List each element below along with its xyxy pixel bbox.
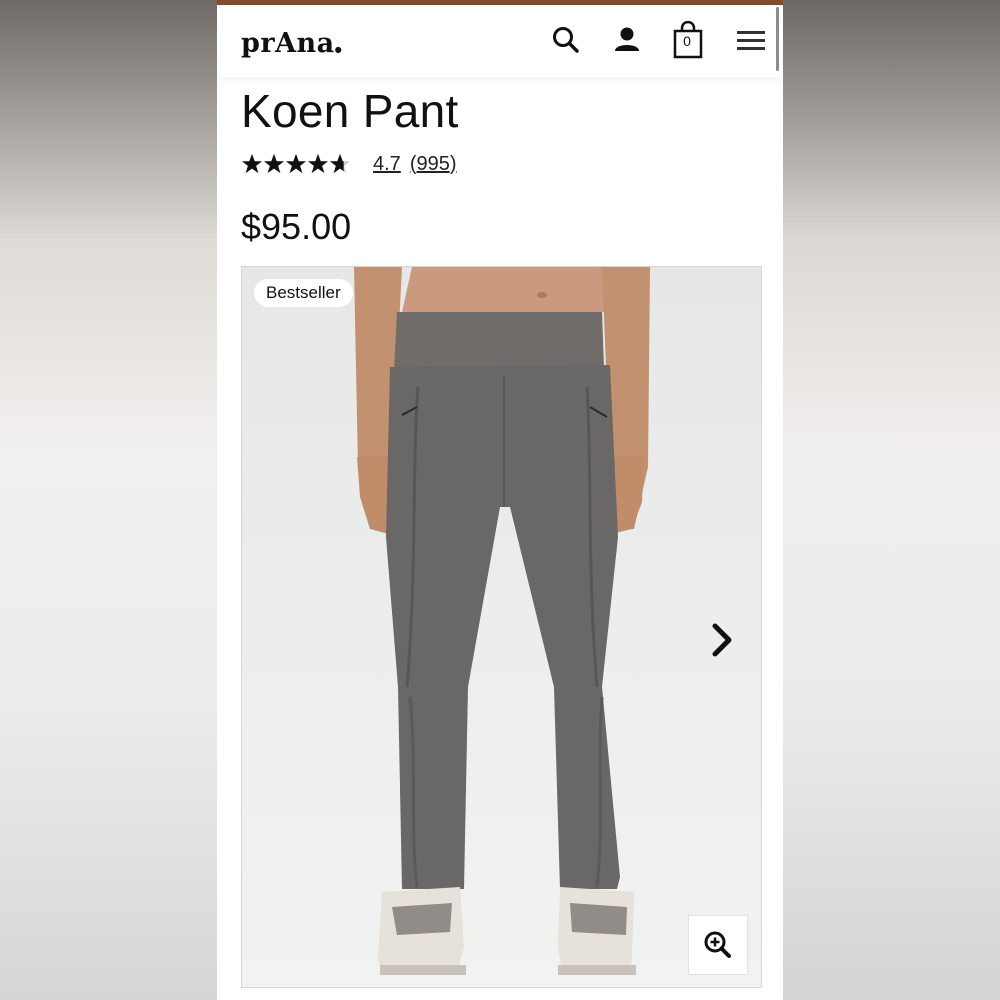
account-icon xyxy=(615,27,639,51)
review-count-link[interactable]: (995) xyxy=(410,153,457,176)
product-photo xyxy=(354,267,650,975)
menu-button[interactable] xyxy=(737,29,765,56)
hamburger-menu-icon xyxy=(737,31,765,50)
half-star-icon xyxy=(329,153,351,174)
star-icon xyxy=(285,153,307,174)
chevron-right-icon xyxy=(712,623,732,657)
product-price: $95.00 xyxy=(241,206,352,247)
star-icon xyxy=(241,153,263,174)
product-title: Koen Pant xyxy=(241,85,459,137)
rating-row: 4.7 (995) xyxy=(241,150,457,178)
star-icon xyxy=(307,153,329,174)
site-header: prAna● 0 xyxy=(217,5,783,77)
background-right xyxy=(783,0,1000,1000)
scrollbar[interactable] xyxy=(776,7,779,71)
star-rating xyxy=(241,153,351,175)
zoom-in-icon xyxy=(704,931,731,958)
carousel-next-button[interactable] xyxy=(710,622,734,663)
bestseller-badge: Bestseller xyxy=(254,279,353,307)
background-left xyxy=(0,0,217,1000)
prana-logo[interactable]: prAna● xyxy=(241,28,342,59)
search-icon xyxy=(553,27,579,53)
star-icon xyxy=(263,153,285,174)
account-button[interactable] xyxy=(613,25,641,60)
cart-count: 0 xyxy=(683,33,691,49)
search-button[interactable] xyxy=(551,25,581,60)
zoom-button[interactable] xyxy=(688,915,748,975)
logo-text: prAna xyxy=(241,28,335,59)
mobile-page: prAna● 0 Koen Pant 4.7 (995) $95.00 Best… xyxy=(217,0,783,1000)
rating-value-link[interactable]: 4.7 xyxy=(373,153,401,176)
cart-button[interactable]: 0 xyxy=(673,20,703,64)
product-image-carousel[interactable]: Bestseller xyxy=(241,266,762,988)
